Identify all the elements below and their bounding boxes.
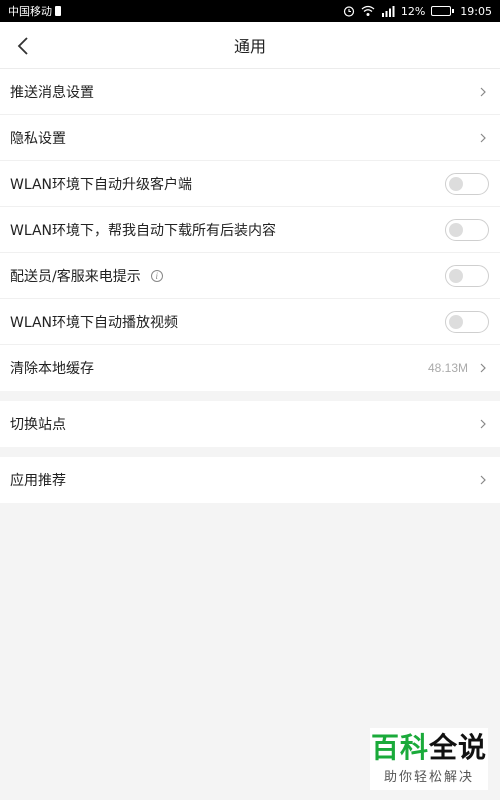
courier-call-label-wrap: 配送员/客服来电提示 i <box>10 266 445 286</box>
privacy-settings-row[interactable]: 隐私设置 <box>0 115 500 161</box>
wlan-autoplay-video-label: WLAN环境下自动播放视频 <box>10 314 179 331</box>
settings-group-apps: 应用推荐 <box>0 457 500 503</box>
watermark-subtitle: 助你轻松解决 <box>383 769 474 785</box>
switch-site-label: 切换站点 <box>10 417 66 433</box>
carrier-name: 中国移动 <box>8 5 52 18</box>
clear-cache-row[interactable]: 清除本地缓存 48.13M <box>0 345 500 391</box>
app-recommend-label: 应用推荐 <box>10 473 66 489</box>
battery-percent: 12% <box>400 4 426 18</box>
wlan-auto-upgrade-toggle[interactable] <box>445 172 489 195</box>
status-bar: 中国移动 12% 19:05 <box>0 0 500 22</box>
watermark-title: 百科全说 <box>370 730 488 764</box>
wifi-icon <box>361 5 375 16</box>
back-button[interactable] <box>8 22 38 69</box>
back-arrow-icon <box>17 36 28 55</box>
alarm-icon <box>343 6 354 17</box>
nav-bar: 通用 <box>0 22 500 69</box>
battery-icon <box>431 6 455 16</box>
chevron-right-icon <box>476 363 490 373</box>
switch-site-row[interactable]: 切换站点 <box>0 401 500 447</box>
cache-size-value: 48.13M <box>427 361 468 375</box>
privacy-settings-label: 隐私设置 <box>10 130 66 147</box>
settings-group-site: 切换站点 <box>0 401 500 447</box>
watermark-title-b: 全说 <box>429 730 488 764</box>
section-divider <box>0 447 500 457</box>
page-title: 通用 <box>233 37 266 56</box>
wlan-autoplay-video-row: WLAN环境下自动播放视频 <box>0 299 500 345</box>
wlan-auto-upgrade-row: WLAN环境下自动升级客户端 <box>0 161 500 207</box>
courier-call-row: 配送员/客服来电提示 i <box>0 253 500 299</box>
clock-time: 19:05 <box>460 4 492 18</box>
wlan-auto-upgrade-label: WLAN环境下自动升级客户端 <box>10 176 193 193</box>
courier-call-toggle[interactable] <box>445 264 489 287</box>
chevron-right-icon <box>476 133 490 143</box>
signal-icon <box>381 6 395 17</box>
push-settings-label: 推送消息设置 <box>10 84 94 101</box>
section-divider <box>0 391 500 401</box>
clear-cache-label: 清除本地缓存 <box>10 361 94 377</box>
status-right: 12% 19:05 <box>343 5 492 18</box>
app-recommend-row[interactable]: 应用推荐 <box>0 457 500 503</box>
toggle-knob <box>449 222 463 237</box>
baike-watermark-logo: 百科全说 助你轻松解决 <box>370 728 488 790</box>
toggle-knob <box>449 176 463 191</box>
courier-call-label: 配送员/客服来电提示 <box>10 268 141 285</box>
chevron-right-icon <box>476 475 490 485</box>
wlan-auto-download-row: WLAN环境下，帮我自动下载所有后装内容 <box>0 207 500 253</box>
wlan-auto-download-toggle[interactable] <box>445 218 489 241</box>
toggle-knob <box>449 314 463 329</box>
status-left: 中国移动 <box>8 3 61 19</box>
wlan-auto-download-label: WLAN环境下，帮我自动下载所有后装内容 <box>10 222 277 239</box>
sim-icon <box>55 6 61 16</box>
push-settings-row[interactable]: 推送消息设置 <box>0 69 500 115</box>
toggle-knob <box>449 268 463 283</box>
watermark-title-a: 百科 <box>370 730 429 764</box>
settings-group-general: 推送消息设置 隐私设置 WLAN环境下自动升级客户端 WLAN环境下，帮我自动下… <box>0 69 500 391</box>
wlan-autoplay-video-toggle[interactable] <box>445 310 489 333</box>
info-icon[interactable]: i <box>150 269 163 282</box>
chevron-right-icon <box>476 419 490 429</box>
chevron-right-icon <box>476 87 490 97</box>
